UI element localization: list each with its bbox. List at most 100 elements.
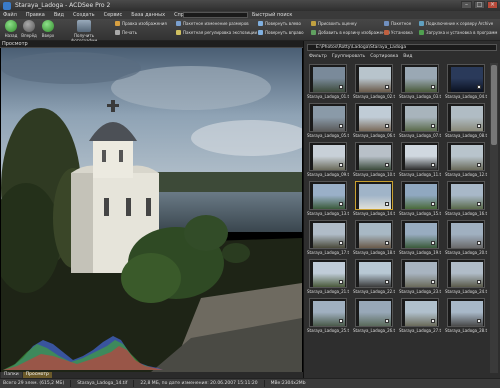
group-button[interactable]: Группировать [332, 54, 365, 59]
sort-button[interactable]: Сортировка [370, 54, 398, 59]
menu-view[interactable]: Вид [54, 12, 64, 18]
back-button[interactable]: Назад [1, 20, 21, 38]
thumbnail-item[interactable]: Staraya_Ladoga_25.tif [307, 297, 349, 336]
thumbnail-checkbox[interactable] [339, 319, 343, 323]
thumbnail-frame [447, 220, 485, 249]
connect-archive-button[interactable]: Подключение к серверу Archive [419, 21, 497, 26]
thumbnail-item[interactable]: Staraya_Ladoga_15.tif [399, 180, 441, 219]
thumbnail-item[interactable]: Staraya_Ladoga_14.tif [353, 180, 395, 219]
thumbnail-checkbox[interactable] [339, 163, 343, 167]
thumbnail-checkbox[interactable] [431, 241, 435, 245]
menu-edit[interactable]: Правка [26, 12, 45, 18]
status-bar: Всего 29 элем. (615,2 МБ) Staraya_Ladoga… [0, 378, 500, 388]
thumbnail-item[interactable]: Staraya_Ladoga_17.tif [307, 219, 349, 258]
thumbnail-checkbox[interactable] [339, 241, 343, 245]
menu-database[interactable]: База данных [131, 12, 165, 18]
thumbnail-item[interactable]: Staraya_Ladoga_22.tif [353, 258, 395, 297]
thumbnail-checkbox[interactable] [431, 85, 435, 89]
maximize-button[interactable]: □ [474, 1, 485, 9]
thumbnail-item[interactable]: Staraya_Ladoga_19.tif [399, 219, 441, 258]
thumbnail-checkbox[interactable] [431, 280, 435, 284]
menu-tools[interactable]: Сервис [104, 12, 123, 18]
thumbnail-item[interactable]: Staraya_Ladoga_06.tif [353, 102, 395, 141]
thumbnail-checkbox[interactable] [431, 163, 435, 167]
menu-file[interactable]: Файл [3, 12, 17, 18]
batch-exposure-button[interactable]: Пакетная регулировка экспозиции [176, 30, 257, 35]
thumbnail-checkbox[interactable] [385, 163, 389, 167]
thumbnail-checkbox[interactable] [431, 202, 435, 206]
thumbnail-item[interactable]: Staraya_Ladoga_02.tif [353, 63, 395, 102]
thumbnail-item[interactable]: Staraya_Ladoga_12.tif [445, 141, 487, 180]
path-bar[interactable]: E:\Photos\Rotty\Ladoga\Staraya_Ladoga [307, 44, 497, 51]
batch-resize-button[interactable]: Пакетное изменение размеров [176, 21, 257, 26]
thumbnail-checkbox[interactable] [385, 241, 389, 245]
thumbnail-checkbox[interactable] [477, 280, 481, 284]
upload-button[interactable]: Загрузка и установка в программ [419, 30, 497, 35]
star-icon [311, 21, 316, 26]
filter-button[interactable]: Фильтр [309, 54, 327, 59]
batch-button[interactable]: Пакетное [384, 21, 413, 26]
forward-button[interactable]: Вперёд [19, 20, 39, 38]
thumbnail-item[interactable]: Staraya_Ladoga_03.tif [399, 63, 441, 102]
thumbnail-item[interactable]: Staraya_Ladoga_08.tif [445, 102, 487, 141]
thumbnail-checkbox[interactable] [339, 280, 343, 284]
view-button[interactable]: Вид [403, 54, 412, 59]
up-button[interactable]: Вверх [38, 20, 58, 38]
status-file: Staraya_Ladoga_14.tif [77, 381, 128, 386]
batch-icon [384, 21, 389, 26]
thumbnail-checkbox[interactable] [339, 202, 343, 206]
thumbnail-checkbox[interactable] [385, 319, 389, 323]
quick-search-button[interactable]: Быстрый поиск [252, 12, 292, 18]
thumbnail-checkbox[interactable] [431, 319, 435, 323]
minimize-button[interactable]: – [461, 1, 472, 9]
thumbnail-item[interactable]: Staraya_Ladoga_10.tif [353, 141, 395, 180]
add-to-basket-button[interactable]: Добавить в корзину изображений [311, 30, 390, 35]
install-button[interactable]: Установка [384, 30, 413, 35]
thumbnail-checkbox[interactable] [339, 124, 343, 128]
thumbnail-item[interactable]: Staraya_Ladoga_11.tif [399, 141, 441, 180]
thumbnail-checkbox[interactable] [385, 124, 389, 128]
thumbnail-item[interactable]: Staraya_Ladoga_24.tif [445, 258, 487, 297]
scrollbar-thumb[interactable] [491, 65, 497, 145]
get-photos-button[interactable]: Получить фотографии [62, 20, 106, 43]
thumbnail-label: Staraya_Ladoga_27.tif [399, 328, 441, 333]
thumbnail-checkbox[interactable] [385, 85, 389, 89]
rotate-right-button[interactable]: Повернуть вправо [258, 30, 304, 35]
thumbnail-checkbox[interactable] [477, 124, 481, 128]
thumbnail-item[interactable]: Staraya_Ladoga_18.tif [353, 219, 395, 258]
edit-image-button[interactable]: Правка изображения [115, 21, 167, 26]
set-rating-button[interactable]: Присвоить оценку [311, 21, 390, 26]
menu-create[interactable]: Создать [73, 12, 95, 18]
thumbnail-item[interactable]: Staraya_Ladoga_01.tif [307, 63, 349, 102]
vertical-scrollbar[interactable] [490, 63, 498, 373]
thumbnail-item[interactable]: Staraya_Ladoga_23.tif [399, 258, 441, 297]
thumbnail-item[interactable]: Staraya_Ladoga_09.tif [307, 141, 349, 180]
thumbnail-item[interactable]: Staraya_Ladoga_16.tif [445, 180, 487, 219]
thumbnail-item[interactable]: Staraya_Ladoga_27.tif [399, 297, 441, 336]
thumbnail-checkbox[interactable] [477, 202, 481, 206]
thumbnail-item[interactable]: Staraya_Ladoga_13.tif [307, 180, 349, 219]
thumbnail-item[interactable]: Staraya_Ladoga_20.tif [445, 219, 487, 258]
server-icon [419, 21, 424, 26]
thumbnail-checkbox[interactable] [431, 124, 435, 128]
thumbnail-item[interactable]: Staraya_Ladoga_26.tif [353, 297, 395, 336]
thumbnail-item[interactable]: Staraya_Ladoga_05.tif [307, 102, 349, 141]
thumbnail-checkbox[interactable] [385, 202, 389, 206]
thumbnail-checkbox[interactable] [339, 85, 343, 89]
thumbnail-checkbox[interactable] [385, 280, 389, 284]
toolbar-group-batch: Пакетное изменение размеров Пакетная рег… [176, 21, 257, 35]
thumbnail-checkbox[interactable] [477, 85, 481, 89]
thumbnail-item[interactable]: Staraya_Ladoga_07.tif [399, 102, 441, 141]
thumbnail-checkbox[interactable] [477, 319, 481, 323]
thumbnail-item[interactable]: Staraya_Ladoga_04.tif [445, 63, 487, 102]
thumbnail-checkbox[interactable] [477, 241, 481, 245]
thumbnail-item[interactable]: Staraya_Ladoga_21.tif [307, 258, 349, 297]
thumbnail-checkbox[interactable] [477, 163, 481, 167]
preview-image[interactable] [1, 48, 302, 372]
rotate-left-button[interactable]: Повернуть влево [258, 21, 304, 26]
close-button[interactable]: × [487, 1, 498, 9]
quick-search-input[interactable] [183, 12, 248, 18]
thumbnail-frame [355, 181, 393, 210]
thumbnail-item[interactable]: Staraya_Ladoga_28.tif [445, 297, 487, 336]
print-button[interactable]: Печать [115, 30, 167, 35]
